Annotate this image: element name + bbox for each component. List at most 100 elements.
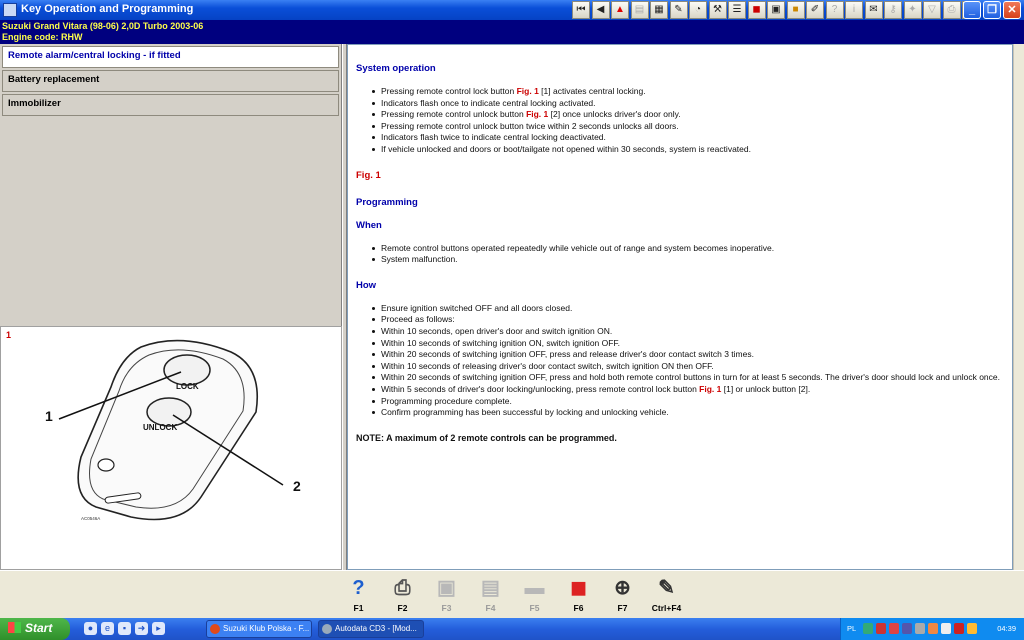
list-item-text: Pressing remote control lock button	[381, 86, 517, 96]
pen-icon[interactable]: ✐	[806, 1, 824, 19]
list-item: Within 10 seconds of switching ignition …	[370, 338, 1012, 350]
pin-icon[interactable]: ✦	[903, 1, 922, 19]
taskbar-item-autodata[interactable]: Autodata CD3 - [Mod...	[318, 620, 424, 638]
ie-icon[interactable]: e	[101, 622, 114, 635]
list-item: Within 10 seconds, open driver's door an…	[370, 326, 1012, 338]
tray-icons	[863, 623, 980, 634]
print-icon: ⎙	[394, 577, 411, 599]
fkey-label: F6	[573, 603, 584, 613]
nav-item-immobilizer[interactable]: Immobilizer	[2, 94, 339, 116]
fig-link[interactable]: Fig. 1	[517, 86, 539, 96]
lock-button-shape	[163, 354, 211, 386]
nav-item-battery-replacement[interactable]: Battery replacement	[2, 70, 339, 92]
heading-programming: Programming	[356, 196, 418, 208]
close-button[interactable]: ✕	[1003, 1, 1021, 19]
car-icon[interactable]: ◼	[747, 1, 766, 19]
taskbar-item-suzuki-klub[interactable]: Suzuki Klub Polska - F...	[206, 620, 312, 638]
minimize-button[interactable]: _	[963, 1, 981, 19]
list-item: Within 5 seconds of driver's door lockin…	[370, 384, 1012, 396]
heading-system-operation: System operation	[356, 63, 436, 74]
topic-list-panel: Remote alarm/central locking - if fitted…	[0, 44, 342, 326]
list-item: Within 10 seconds of releasing driver's …	[370, 361, 1012, 373]
info-icon[interactable]: i	[845, 1, 863, 19]
notes-icon: ✎	[658, 577, 675, 599]
fig-link[interactable]: Fig. 1	[526, 109, 548, 119]
vertical-scrollbar[interactable]	[1013, 44, 1024, 570]
f3-button[interactable]: ▣ F3	[425, 574, 468, 618]
doc-icon[interactable]: ▤	[630, 1, 649, 19]
fig-link[interactable]: Fig. 1	[356, 170, 1012, 181]
folder-icon[interactable]: ■	[786, 1, 805, 19]
network-icon[interactable]	[863, 623, 873, 634]
arrow-icon[interactable]: ➜	[135, 622, 148, 635]
fkey-label: F1	[353, 603, 364, 613]
antivirus-icon[interactable]	[876, 623, 886, 634]
task-label: Suzuki Klub Polska - F...	[223, 624, 310, 633]
volume-icon[interactable]	[941, 623, 951, 634]
list-item: Ensure ignition switched OFF and all doo…	[370, 303, 1012, 315]
list-item: Pressing remote control unlock button tw…	[370, 121, 1012, 133]
f4-button[interactable]: ▤ F4	[469, 574, 512, 618]
filter-icon[interactable]: ▽	[923, 1, 941, 19]
shield-icon[interactable]	[928, 623, 938, 634]
fig-link[interactable]: Fig. 1	[699, 384, 721, 394]
autodata-icon	[322, 624, 332, 634]
task-label: Autodata CD3 - [Mod...	[335, 624, 417, 633]
list-item: Indicators flash once to indicate centra…	[370, 98, 1012, 110]
list-item: Indicators flash twice to indicate centr…	[370, 132, 1012, 144]
list-item-text: [2] once unlocks driver's door only.	[548, 109, 681, 120]
book-icon[interactable]: ▣	[767, 1, 785, 19]
list-item-text: Within 5 seconds of driver's door lockin…	[381, 383, 700, 394]
start-button[interactable]: Start	[0, 618, 70, 640]
help-icon[interactable]: ?	[825, 1, 844, 19]
key-icon[interactable]: ⚷	[884, 1, 902, 19]
desktop-icon[interactable]: ▪	[118, 622, 131, 635]
tools-icon[interactable]: ⚒	[708, 1, 727, 19]
fkey-label: F5	[529, 603, 540, 613]
ctrl-f4-button[interactable]: ✎ Ctrl+F4	[645, 574, 688, 618]
list-item: If vehicle unlocked and doors or boot/ta…	[370, 144, 1012, 156]
taskbar: Start ● e ▪ ➜ ▸ Suzuki Klub Polska - F..…	[0, 618, 1024, 640]
firefox-icon	[210, 624, 220, 634]
f2-button[interactable]: ⎙ F2	[381, 574, 424, 618]
back-icon[interactable]: ◀	[591, 1, 610, 19]
f6-button[interactable]: ◼ F6	[557, 574, 600, 618]
wrench-icon[interactable]: ✎	[669, 1, 688, 19]
led-shape	[97, 458, 115, 472]
unlock-label: UNLOCK	[143, 423, 177, 432]
f7-button[interactable]: ⊕ F7	[601, 574, 644, 618]
chart-icon[interactable]: ▦	[650, 1, 668, 19]
callout-1: 1	[45, 408, 53, 424]
f1-button[interactable]: ? F1	[337, 574, 380, 618]
list-item: Remote control buttons operated repeated…	[370, 243, 1012, 255]
gauge-icon[interactable]: ◔	[689, 1, 707, 19]
first-page-icon[interactable]: ⏮	[572, 1, 590, 19]
media-icon[interactable]: ▸	[152, 622, 165, 635]
nav-item-remote-alarm[interactable]: Remote alarm/central locking - if fitted	[2, 46, 339, 68]
vehicle-select-icon: ◼	[570, 577, 587, 599]
note-icon[interactable]: ✉	[864, 1, 883, 19]
firefox-icon[interactable]: ●	[84, 622, 97, 635]
monitor-icon[interactable]	[902, 623, 912, 634]
info-tray-icon[interactable]	[967, 623, 977, 634]
warning-icon[interactable]: ▲	[611, 1, 629, 19]
language-indicator[interactable]: PL	[847, 624, 856, 633]
usb-icon[interactable]	[915, 623, 925, 634]
f5-button[interactable]: ▬ F5	[513, 574, 556, 618]
list-item-text: [1] activates central locking.	[538, 86, 646, 96]
list-icon[interactable]: ☰	[728, 1, 746, 19]
window-controls: _ ❐ ✕	[961, 1, 1021, 19]
remote-key-fob-figure: LOCK UNLOCK 1 2 AC0546A	[45, 339, 301, 521]
note-text: NOTE: A maximum of 2 remote controls can…	[356, 432, 617, 443]
help-icon: ?	[352, 577, 365, 599]
list-item: Pressing remote control unlock button Fi…	[370, 109, 1012, 121]
windows-logo-icon	[8, 622, 21, 633]
list-item: Within 20 seconds of switching ignition …	[370, 349, 1012, 361]
print-icon[interactable]: ⎙	[942, 1, 961, 19]
maximize-button[interactable]: ❐	[983, 1, 1001, 19]
alert-icon[interactable]	[954, 623, 964, 634]
heading-when: When	[356, 219, 382, 231]
quick-launch: ● e ▪ ➜ ▸	[84, 622, 169, 635]
update-icon[interactable]	[889, 623, 899, 634]
when-list: Remote control buttons operated repeated…	[370, 243, 1012, 266]
